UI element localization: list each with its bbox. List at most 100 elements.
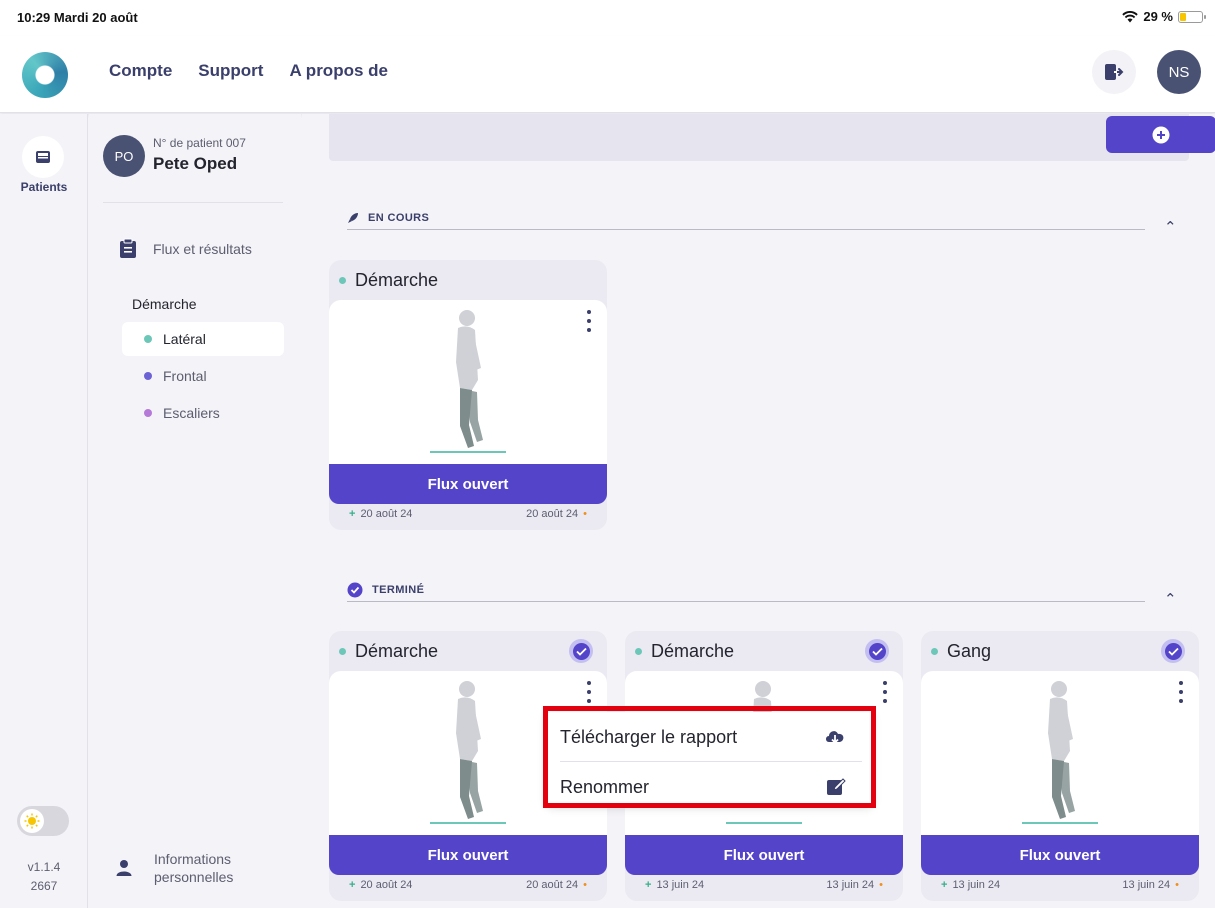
created-date: 13 juin 24 <box>952 879 1001 891</box>
status-dot <box>339 276 346 284</box>
patient-avatar: PO <box>103 135 145 177</box>
status-indicators: 29 % <box>1122 9 1206 24</box>
flux-results-link[interactable]: Flux et résultats <box>119 238 252 259</box>
patient-name: Pete Oped <box>153 154 238 173</box>
walking-figure <box>1022 681 1098 824</box>
completed-check-icon <box>569 639 593 663</box>
status-dot <box>635 647 642 655</box>
open-flux-button[interactable]: Flux ouvert <box>329 464 607 504</box>
logout-icon <box>1105 64 1124 80</box>
top-strip <box>329 114 1215 161</box>
plus-circle-icon <box>1152 126 1170 143</box>
nav-links: Compte Support A propos de <box>109 61 388 81</box>
top-navigation: Compte Support A propos de NS <box>0 36 1215 113</box>
section-en-cours: EN COURS <box>347 206 1145 230</box>
card-title: Démarche <box>355 269 439 290</box>
created-date: 13 juin 24 <box>656 879 705 891</box>
flux-card[interactable]: Gang Flux ouvert +13 juin 24 13 juin 24 • <box>921 631 1199 901</box>
check-circle-icon <box>347 582 363 597</box>
flux-results-label: Flux et résultats <box>153 240 252 257</box>
app-logo[interactable] <box>22 52 68 98</box>
updated-date: 20 août 24 <box>526 879 579 891</box>
sidebar-item-label: Frontal <box>163 368 207 384</box>
divider <box>103 202 283 203</box>
rename-label: Renommer <box>560 776 650 797</box>
sidebar-item-label: Escaliers <box>163 405 220 421</box>
open-flux-button[interactable]: Flux ouvert <box>625 835 903 875</box>
status-dot <box>339 647 346 655</box>
sidebar-item-escaliers[interactable]: Escaliers <box>122 396 284 430</box>
menu-divider <box>560 761 862 762</box>
card-header: Gang <box>921 631 1199 671</box>
section-termine-label: TERMINÉ <box>372 583 425 596</box>
person-icon <box>116 860 132 876</box>
rename-menu-item[interactable]: Renommer <box>547 764 872 810</box>
walking-figure <box>430 310 506 453</box>
logout-button[interactable] <box>1092 50 1136 94</box>
sun-icon <box>20 809 44 833</box>
patients-button[interactable] <box>22 136 64 178</box>
personal-info-line2: personnelles <box>154 869 234 885</box>
nav-compte[interactable]: Compte <box>109 61 172 81</box>
card-title: Démarche <box>355 640 439 661</box>
battery-icon <box>1178 10 1206 23</box>
flux-card[interactable]: Démarche Flux ouvert +20 août 24 20 août… <box>329 260 607 530</box>
app-version: v1.1.4 2667 <box>0 858 88 896</box>
more-options-icon[interactable] <box>1177 681 1185 703</box>
updated-date: 20 août 24 <box>526 508 579 520</box>
updated-date: 13 juin 24 <box>1122 879 1171 891</box>
cloud-download-icon <box>826 731 844 744</box>
user-avatar[interactable]: NS <box>1157 50 1201 94</box>
status-dot <box>144 335 152 343</box>
sidebar-item-lateral[interactable]: Latéral <box>122 322 284 356</box>
inbox-icon <box>36 151 50 163</box>
context-menu: Télécharger le rapport Renommer <box>547 712 872 804</box>
collapse-en-cours-icon[interactable]: ⌃ <box>1164 218 1177 236</box>
open-flux-button[interactable]: Flux ouvert <box>329 835 607 875</box>
section-en-cours-label: EN COURS <box>368 211 430 224</box>
left-rail: Patients v1.1.4 2667 <box>0 114 88 908</box>
sidebar-item-frontal[interactable]: Frontal <box>122 359 284 393</box>
card-title: Démarche <box>651 640 735 661</box>
card-header: Démarche <box>329 260 607 300</box>
add-button[interactable] <box>1106 116 1215 153</box>
gait-figure-image <box>921 671 1199 835</box>
edit-icon <box>827 778 846 795</box>
wifi-icon <box>1122 10 1139 22</box>
completed-check-icon <box>865 639 889 663</box>
status-bar: 10:29 Mardi 20 août 29 % <box>0 0 1215 36</box>
clipboard-icon <box>120 238 136 258</box>
patient-number: N° de patient 007 <box>153 136 246 150</box>
nav-support[interactable]: Support <box>198 61 263 81</box>
download-report-menu-item[interactable]: Télécharger le rapport <box>547 714 872 760</box>
card-header: Démarche <box>329 631 607 671</box>
created-date: 20 août 24 <box>360 879 413 891</box>
rocket-icon <box>348 212 358 223</box>
more-options-icon[interactable] <box>585 310 593 332</box>
patient-panel: PO N° de patient 007 Pete Oped Flux et r… <box>89 114 301 908</box>
status-dot <box>931 647 938 655</box>
theme-toggle[interactable] <box>17 806 69 836</box>
card-dates: +13 juin 24 13 juin 24 • <box>941 879 1179 891</box>
status-dot <box>144 409 152 417</box>
download-report-label: Télécharger le rapport <box>560 726 738 747</box>
section-termine: TERMINÉ <box>347 578 1145 602</box>
card-dates: +13 juin 24 13 juin 24 • <box>645 879 883 891</box>
nav-a-propos[interactable]: A propos de <box>289 61 388 81</box>
patients-label[interactable]: Patients <box>0 180 88 194</box>
collapse-termine-icon[interactable]: ⌃ <box>1164 590 1177 608</box>
gait-figure-image <box>329 300 607 464</box>
card-header: Démarche <box>625 631 903 671</box>
status-time: 10:29 Mardi 20 août <box>17 10 138 25</box>
status-dot <box>144 372 152 380</box>
updated-date: 13 juin 24 <box>826 879 875 891</box>
open-flux-button[interactable]: Flux ouvert <box>921 835 1199 875</box>
build-number: 2667 <box>30 879 58 893</box>
section-demarche: Démarche <box>132 296 197 312</box>
created-date: 20 août 24 <box>360 508 413 520</box>
battery-percent: 29 % <box>1143 9 1173 24</box>
personal-info-line1: Informations <box>154 851 232 867</box>
more-options-icon[interactable] <box>585 681 593 703</box>
personal-info-link[interactable]: Informations personnelles <box>116 850 233 886</box>
more-options-icon[interactable] <box>881 681 889 703</box>
